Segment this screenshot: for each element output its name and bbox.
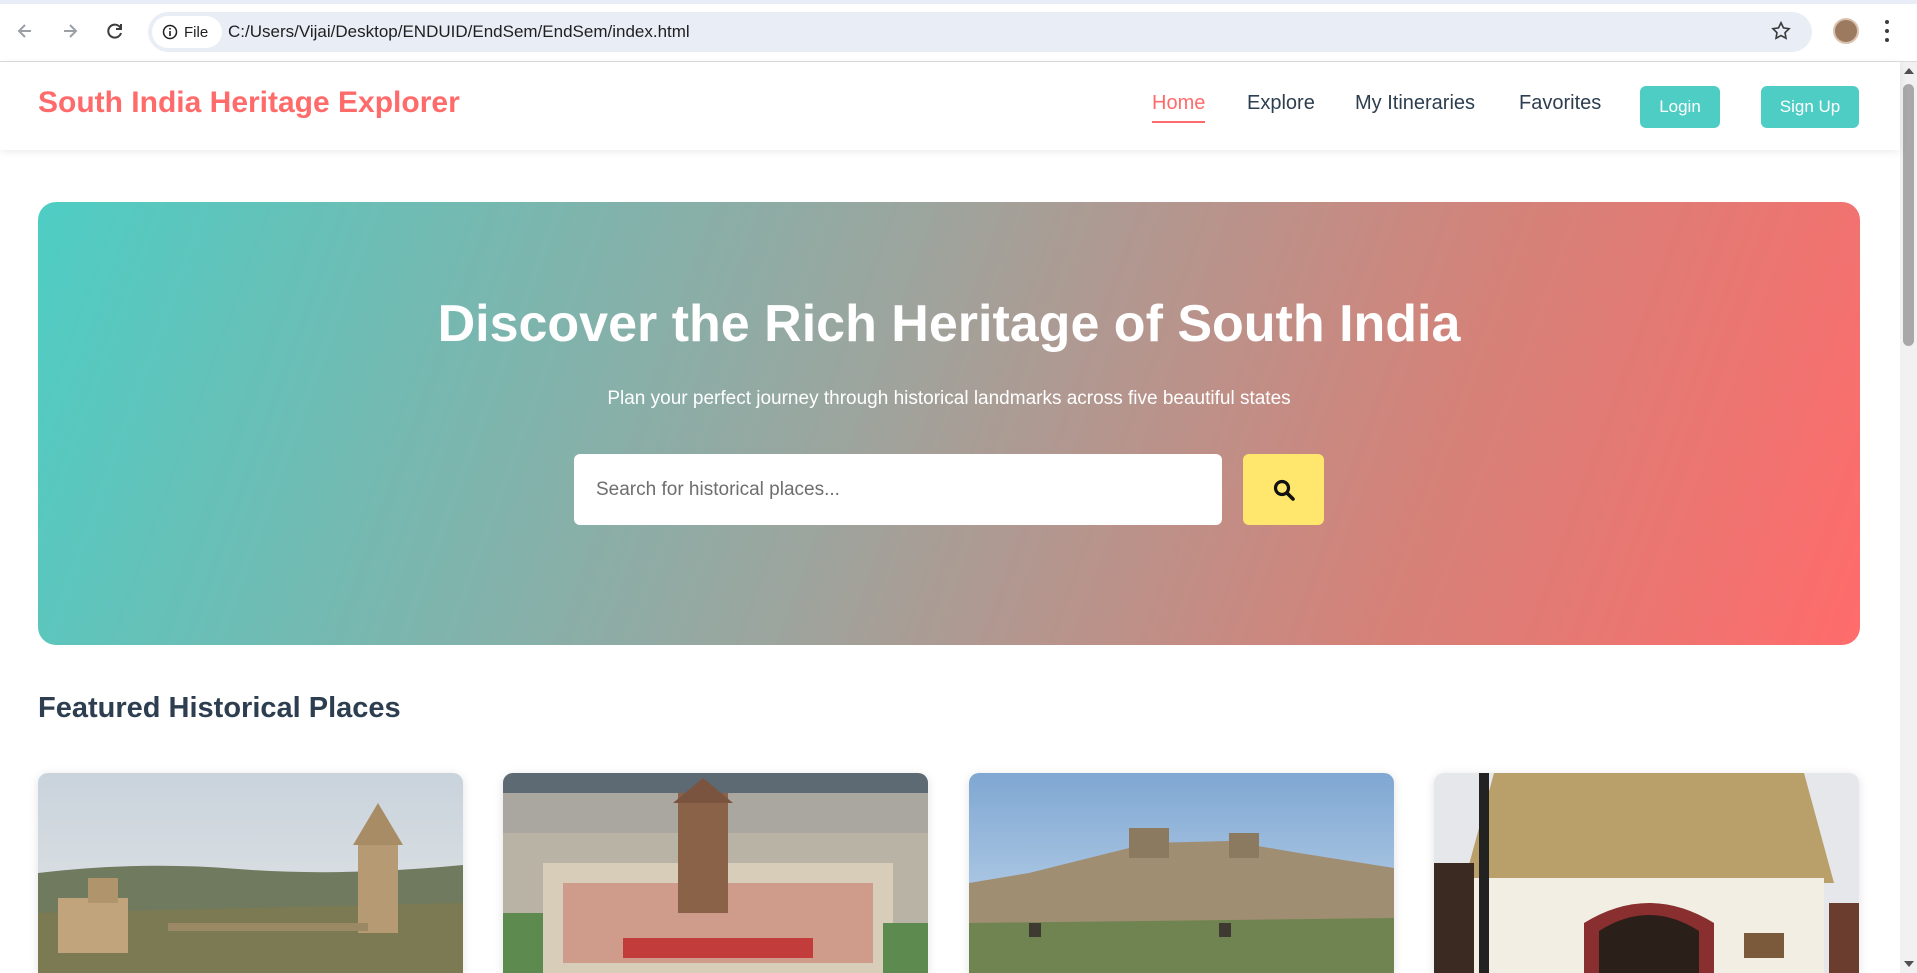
login-button[interactable]: Login [1640, 86, 1720, 128]
info-icon [162, 24, 178, 40]
site-logo[interactable]: South India Heritage Explorer [38, 86, 460, 120]
nav-home[interactable]: Home [1152, 92, 1206, 123]
bookmark-star-icon[interactable] [1770, 20, 1792, 47]
browser-toolbar: File C:/Users/Vijai/Desktop/ENDUID/EndSe… [0, 0, 1917, 62]
back-icon[interactable] [10, 16, 40, 46]
place-card-image [38, 773, 463, 973]
scroll-up-arrow-icon[interactable] [1904, 68, 1914, 74]
search-icon [1273, 479, 1295, 501]
reload-icon[interactable] [100, 16, 130, 46]
search-input[interactable] [574, 454, 1222, 525]
hero-title: Discover the Rich Heritage of South Indi… [437, 295, 1461, 353]
page-scrollbar[interactable] [1900, 62, 1917, 973]
nav-explore[interactable]: Explore [1247, 92, 1315, 115]
place-card-image [1434, 773, 1859, 973]
address-bar[interactable]: File C:/Users/Vijai/Desktop/ENDUID/EndSe… [148, 12, 1812, 52]
nav-favorites[interactable]: Favorites [1519, 92, 1601, 115]
place-card[interactable] [38, 773, 463, 973]
hero-subtitle: Plan your perfect journey through histor… [607, 388, 1291, 409]
place-card[interactable] [503, 773, 928, 973]
forward-icon[interactable] [55, 16, 85, 46]
browser-menu-icon[interactable] [1882, 18, 1892, 44]
hero-banner: Discover the Rich Heritage of South Indi… [38, 202, 1860, 645]
place-card-image [969, 773, 1394, 973]
site-chip-label: File [184, 23, 209, 41]
place-card[interactable] [1434, 773, 1859, 973]
featured-section-title: Featured Historical Places [38, 692, 401, 724]
signup-button[interactable]: Sign Up [1761, 86, 1859, 128]
tab-strip-edge [0, 0, 1917, 4]
site-info-chip[interactable]: File [152, 16, 222, 48]
search-button[interactable] [1243, 454, 1324, 525]
scroll-down-arrow-icon[interactable] [1904, 961, 1914, 967]
site-header: South India Heritage Explorer Home Explo… [0, 62, 1900, 150]
nav-my-itineraries[interactable]: My Itineraries [1355, 92, 1475, 115]
profile-avatar[interactable] [1833, 18, 1859, 44]
place-card[interactable] [969, 773, 1394, 973]
url-text[interactable]: C:/Users/Vijai/Desktop/ENDUID/EndSem/End… [228, 22, 690, 42]
scroll-thumb[interactable] [1903, 84, 1914, 346]
place-card-image [503, 773, 928, 973]
